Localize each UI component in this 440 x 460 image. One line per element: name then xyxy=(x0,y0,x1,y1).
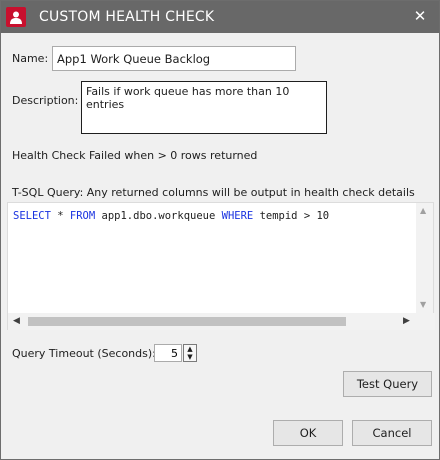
title-bar[interactable]: CUSTOM HEALTH CHECK ✕ xyxy=(1,1,439,33)
scroll-down-icon[interactable]: ▼ xyxy=(420,301,426,309)
sql-text: tempid > 10 xyxy=(253,210,330,222)
sql-query-editor[interactable]: SELECT * FROM app1.dbo.workqueue WHERE t… xyxy=(7,202,435,330)
description-textarea[interactable]: Fails if work queue has more than 10 ent… xyxy=(81,81,327,134)
scroll-up-icon[interactable]: ▲ xyxy=(420,207,426,215)
description-text: Fails if work queue has more than 10 ent… xyxy=(86,85,290,111)
scroll-right-icon[interactable]: ▶ xyxy=(403,317,410,326)
sql-keyword: SELECT xyxy=(13,210,51,222)
sql-keyword: WHERE xyxy=(221,210,254,222)
name-label: Name: xyxy=(12,52,49,65)
name-input[interactable] xyxy=(52,46,296,71)
sql-text: * xyxy=(50,210,70,222)
description-label: Description: xyxy=(12,94,79,107)
user-shield-icon xyxy=(6,7,26,27)
custom-health-check-dialog: CUSTOM HEALTH CHECK ✕ Name: Description:… xyxy=(0,0,440,460)
ok-button[interactable]: OK xyxy=(273,420,343,446)
stepper-buttons: ▲ ▼ xyxy=(183,344,197,362)
sql-text: app1.dbo.workqueue xyxy=(95,210,222,222)
horizontal-scrollbar[interactable]: ◀ ▶ xyxy=(8,313,418,330)
vertical-scrollbar[interactable]: ▲ ▼ xyxy=(416,203,433,313)
scroll-left-icon[interactable]: ◀ xyxy=(13,317,20,326)
close-icon[interactable]: ✕ xyxy=(411,7,429,25)
window-title: CUSTOM HEALTH CHECK xyxy=(39,9,215,25)
cancel-button[interactable]: Cancel xyxy=(352,420,432,446)
sql-query-label: T-SQL Query: Any returned columns will b… xyxy=(12,186,415,199)
horizontal-scroll-thumb[interactable] xyxy=(28,317,346,326)
query-timeout-input[interactable] xyxy=(154,344,182,362)
scrollbar-corner xyxy=(418,313,435,330)
failure-rule-text: Health Check Failed when > 0 rows return… xyxy=(12,149,258,162)
stepper-down-icon[interactable]: ▼ xyxy=(184,353,196,361)
stepper-up-icon[interactable]: ▲ xyxy=(184,345,196,353)
query-timeout-label: Query Timeout (Seconds): xyxy=(12,347,156,360)
sql-keyword: FROM xyxy=(69,210,96,222)
test-query-button[interactable]: Test Query xyxy=(343,371,432,397)
sql-query-text[interactable]: SELECT * FROM app1.dbo.workqueue WHERE t… xyxy=(13,210,329,222)
query-timeout-stepper[interactable]: ▲ ▼ xyxy=(154,344,197,362)
